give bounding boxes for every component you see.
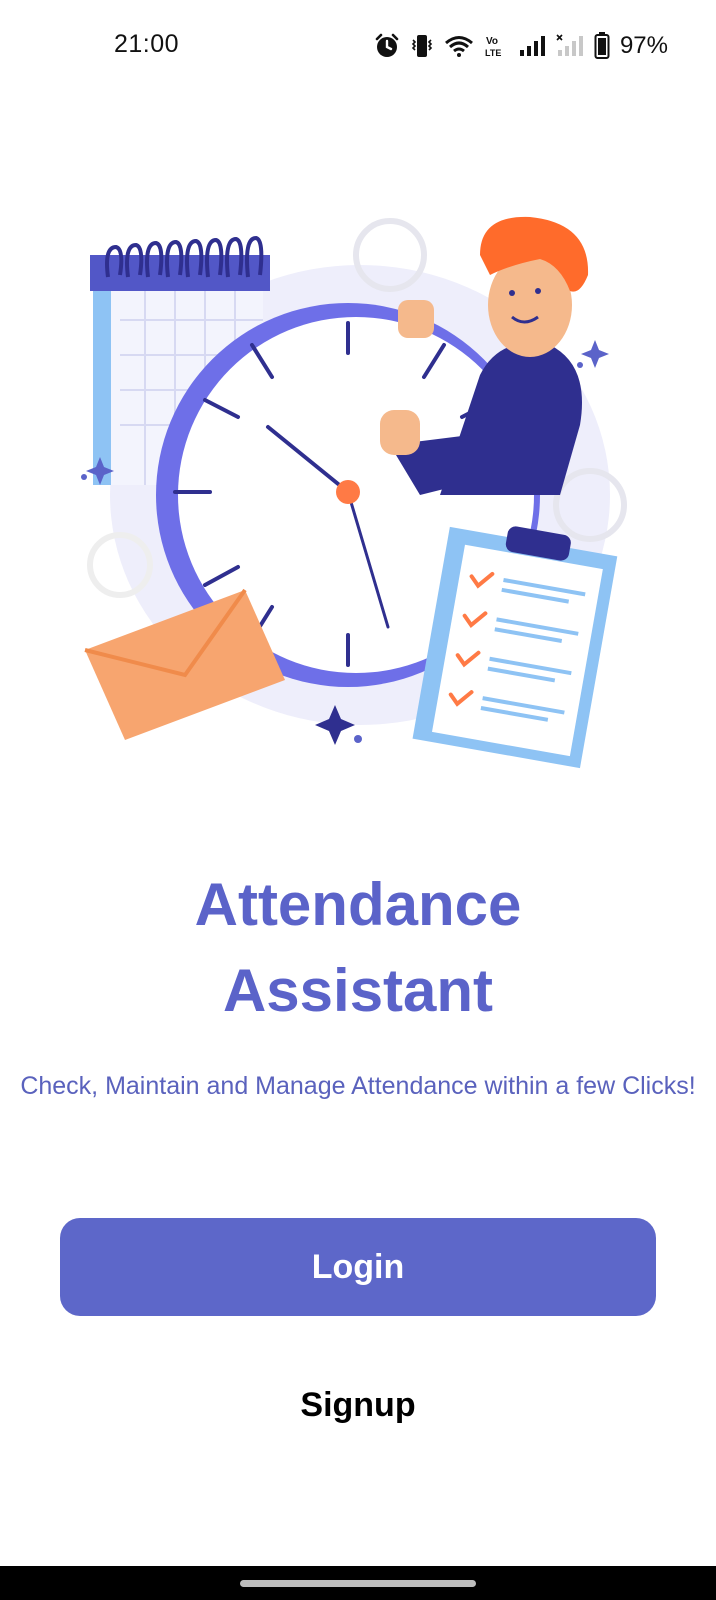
svg-text:Vo: Vo [486, 36, 498, 47]
signal-icon [518, 34, 546, 58]
navigation-bar [0, 1566, 716, 1600]
status-bar: 21:00 Vo LTE 97% [0, 0, 716, 92]
wifi-icon [444, 34, 474, 58]
battery-icon [594, 32, 610, 60]
vibrate-icon [410, 33, 434, 59]
hero-illustration [60, 195, 660, 795]
signup-button[interactable]: Signup [0, 1386, 716, 1425]
status-time: 21:00 [114, 30, 180, 58]
envelope-icon [84, 588, 285, 740]
status-icons: Vo LTE 97% [374, 30, 668, 62]
page-title-line2: Assistant [222, 957, 494, 1024]
login-button[interactable]: Login [60, 1218, 656, 1316]
signal-empty-icon [556, 34, 584, 58]
volte-icon: Vo LTE [484, 33, 508, 59]
page-title-line1: Attendance [194, 871, 522, 938]
svg-text:LTE: LTE [485, 48, 501, 58]
home-gesture-handle[interactable] [240, 1580, 476, 1587]
battery-percentage: 97% [619, 32, 668, 59]
page-subtitle: Check, Maintain and Manage Attendance wi… [20, 1072, 696, 1100]
page-title: Attendance Assistant [0, 862, 716, 1034]
alarm-icon [374, 33, 400, 59]
